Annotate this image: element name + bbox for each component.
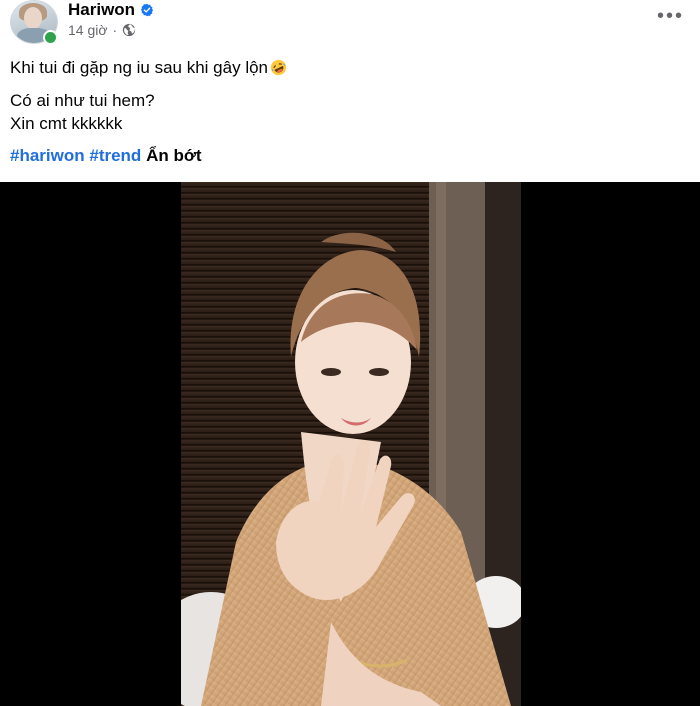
online-status-icon bbox=[43, 30, 58, 45]
hashtag-link[interactable]: #hariwon bbox=[10, 146, 85, 165]
more-options-icon[interactable]: ••• bbox=[657, 6, 684, 26]
video-frame[interactable] bbox=[181, 182, 521, 706]
hashtag-row: #hariwon #trend Ẩn bớt bbox=[10, 144, 202, 167]
author-name[interactable]: Hariwon bbox=[68, 0, 135, 20]
post-body: Khi tui đi gặp ng iu sau khi gây lộn Có … bbox=[10, 56, 690, 135]
post-time[interactable]: 14 giờ bbox=[68, 22, 108, 38]
avatar-face bbox=[24, 7, 42, 29]
see-less-button[interactable]: Ẩn bớt bbox=[146, 146, 202, 165]
meta-separator: · bbox=[112, 22, 118, 38]
post-header: Hariwon 14 giờ · ••• bbox=[0, 0, 700, 48]
post-line-1: Khi tui đi gặp ng iu sau khi gây lộn bbox=[10, 56, 690, 79]
post-line-3: Xin cmt kkkkkk bbox=[10, 114, 123, 133]
hashtag-link[interactable]: #trend bbox=[89, 146, 141, 165]
post-line-2: Có ai như tui hem? bbox=[10, 91, 155, 110]
author-row: Hariwon bbox=[68, 0, 154, 20]
video-frame-image bbox=[181, 182, 521, 706]
verified-badge-icon bbox=[140, 3, 154, 17]
post-line-1-text: Khi tui đi gặp ng iu sau khi gây lộn bbox=[10, 58, 269, 77]
rolling-on-floor-laughing-emoji-icon bbox=[270, 59, 287, 76]
post-meta: 14 giờ · bbox=[68, 22, 136, 38]
post-video[interactable] bbox=[0, 182, 700, 706]
globe-icon[interactable] bbox=[122, 23, 136, 37]
